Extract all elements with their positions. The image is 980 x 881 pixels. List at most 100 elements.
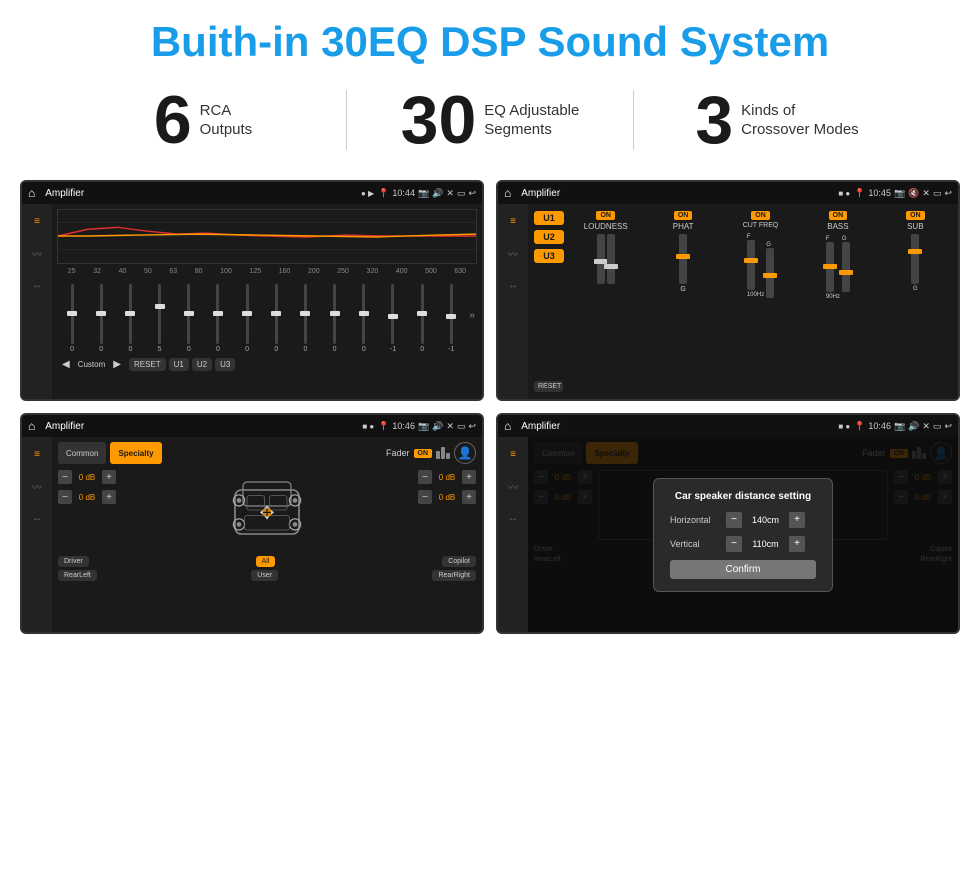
slider-thumb-9[interactable] <box>330 311 340 316</box>
slider-thumb-10[interactable] <box>359 311 369 316</box>
thumb-cutfreq-2[interactable] <box>763 273 777 278</box>
sidebar-icon-dialog-3[interactable]: ↔ <box>502 509 524 527</box>
copilot-btn[interactable]: Copilot <box>442 556 476 567</box>
sidebar-icon-eq-3[interactable]: ↔ <box>26 276 48 294</box>
stats-row: 6 RCAOutputs 30 EQ AdjustableSegments 3 … <box>0 76 980 172</box>
plus-btn-1[interactable]: + <box>102 470 116 484</box>
minus-btn-4[interactable]: − <box>418 490 432 504</box>
fader-label: Fader <box>386 448 410 458</box>
play-dots-dialog: ■ ● <box>838 422 850 431</box>
u1-button-eq[interactable]: U1 <box>169 358 189 371</box>
thumb-phat[interactable] <box>676 254 690 259</box>
prev-preset-button[interactable]: ◀ <box>57 357 75 372</box>
plus-btn-4[interactable]: + <box>462 490 476 504</box>
minus-btn-3[interactable]: − <box>418 470 432 484</box>
vertical-minus-button[interactable]: − <box>726 536 742 552</box>
slider-thumb-3[interactable] <box>155 304 165 309</box>
stat-eq: 30 EQ AdjustableSegments <box>347 86 633 154</box>
sidebar-icon-xover-2[interactable]: 〰 <box>502 244 524 262</box>
eq-slider-11: -1 <box>380 284 406 353</box>
u1-xover-button[interactable]: U1 <box>534 211 564 225</box>
reset-button-eq[interactable]: RESET <box>129 358 166 371</box>
thumb-bass-1[interactable] <box>823 264 837 269</box>
thumb-cutfreq-1[interactable] <box>744 258 758 263</box>
profile-icon[interactable]: 👤 <box>454 442 476 464</box>
stat-number-eq: 30 <box>401 86 477 154</box>
sidebar-eq: ≡ 〰 ↔ <box>22 204 52 399</box>
slider-bass-2[interactable] <box>842 242 850 292</box>
slider-loudness-2[interactable] <box>607 234 615 284</box>
plus-btn-3[interactable]: + <box>462 470 476 484</box>
slider-val-0: 0 <box>70 346 74 353</box>
slider-thumb-7[interactable] <box>271 311 281 316</box>
slider-thumb-13[interactable] <box>446 314 456 319</box>
slider-thumb-11[interactable] <box>388 314 398 319</box>
slider-thumb-8[interactable] <box>300 311 310 316</box>
sidebar-fader: ≡ 〰 ↔ <box>22 437 52 632</box>
u2-button-eq[interactable]: U2 <box>192 358 212 371</box>
vol-icon-eq: 🔊 <box>432 188 443 199</box>
play-dots-xover: ■ ● <box>838 189 850 198</box>
chevron-right-eq[interactable]: » <box>469 310 475 321</box>
slider-thumb-5[interactable] <box>213 311 223 316</box>
slider-thumb-1[interactable] <box>96 311 106 316</box>
sidebar-icon-dialog-1[interactable]: ≡ <box>502 445 524 463</box>
horizontal-minus-button[interactable]: − <box>726 512 742 528</box>
u3-button-eq[interactable]: U3 <box>215 358 235 371</box>
horizontal-plus-button[interactable]: + <box>789 512 805 528</box>
page-header: Buith-in 30EQ DSP Sound System <box>0 0 980 76</box>
slider-thumb-12[interactable] <box>417 311 427 316</box>
slider-thumb-0[interactable] <box>67 311 77 316</box>
xover-left-col: U1 U2 U3 RESET <box>531 207 566 396</box>
rearleft-btn-fader[interactable]: RearLeft <box>58 570 97 581</box>
back-icon-eq: ↩ <box>468 188 476 199</box>
confirm-button[interactable]: Confirm <box>670 560 816 579</box>
u2-xover-button[interactable]: U2 <box>534 230 564 244</box>
sidebar-icon-fader-1[interactable]: ≡ <box>26 445 48 463</box>
tab-common-fader[interactable]: Common <box>58 442 106 464</box>
status-bar-dialog: ⌂ Amplifier ■ ● 📍 10:46 📷 🔊 ✕ ▭ ↩ <box>498 415 958 437</box>
vertical-plus-button[interactable]: + <box>789 536 805 552</box>
cam-icon-xover: 📷 <box>894 188 905 199</box>
user-btn-fader[interactable]: User <box>251 570 278 581</box>
driver-btn[interactable]: Driver <box>58 556 89 567</box>
next-preset-button[interactable]: ▶ <box>108 357 126 372</box>
sidebar-icon-eq-2[interactable]: 〰 <box>26 244 48 262</box>
slider-bass-1[interactable] <box>826 242 834 292</box>
slider-thumb-2[interactable] <box>125 311 135 316</box>
slider-cutfreq-1[interactable] <box>747 240 755 290</box>
slider-thumb-4[interactable] <box>184 311 194 316</box>
slider-thumb-6[interactable] <box>242 311 252 316</box>
xover-ch-bass: ON BASS F 90Hz <box>800 211 875 392</box>
stat-label-crossover: Kinds ofCrossover Modes <box>741 101 859 140</box>
sidebar-icon-dialog-2[interactable]: 〰 <box>502 477 524 495</box>
slider-loudness-1[interactable] <box>597 234 605 284</box>
x-icon-eq: ✕ <box>446 188 454 199</box>
all-btn-fader[interactable]: All <box>256 556 276 567</box>
stat-number-crossover: 3 <box>695 86 733 154</box>
thumb-loudness-2[interactable] <box>604 264 618 269</box>
eq-mode-label: Custom <box>78 360 106 369</box>
thumb-bass-2[interactable] <box>839 270 853 275</box>
reset-xover-button[interactable]: RESET <box>534 381 563 392</box>
sidebar-icon-xover-1[interactable]: ≡ <box>502 212 524 230</box>
slider-cutfreq-2[interactable] <box>766 248 774 298</box>
rearright-btn-fader[interactable]: RearRight <box>432 570 476 581</box>
slider-phat[interactable] <box>679 234 687 284</box>
back-icon-dialog: ↩ <box>944 421 952 432</box>
minus-btn-1[interactable]: − <box>58 470 72 484</box>
thumb-sub[interactable] <box>908 249 922 254</box>
slider-track-0[interactable] <box>71 284 74 344</box>
sidebar-icon-fader-2[interactable]: 〰 <box>26 477 48 495</box>
screen-content-dialog: ≡ 〰 ↔ Common Specialty Fader ON <box>498 437 958 632</box>
slider-sub[interactable] <box>911 234 919 284</box>
sidebar-icon-xover-3[interactable]: ↔ <box>502 276 524 294</box>
minus-btn-2[interactable]: − <box>58 490 72 504</box>
time-fader: 10:46 <box>392 421 415 431</box>
u3-xover-button[interactable]: U3 <box>534 249 564 263</box>
plus-btn-2[interactable]: + <box>102 490 116 504</box>
tab-specialty-fader[interactable]: Specialty <box>110 442 161 464</box>
eq-slider-4: 0 <box>176 284 202 353</box>
sidebar-icon-fader-3[interactable]: ↔ <box>26 509 48 527</box>
sidebar-icon-eq-1[interactable]: ≡ <box>26 212 48 230</box>
